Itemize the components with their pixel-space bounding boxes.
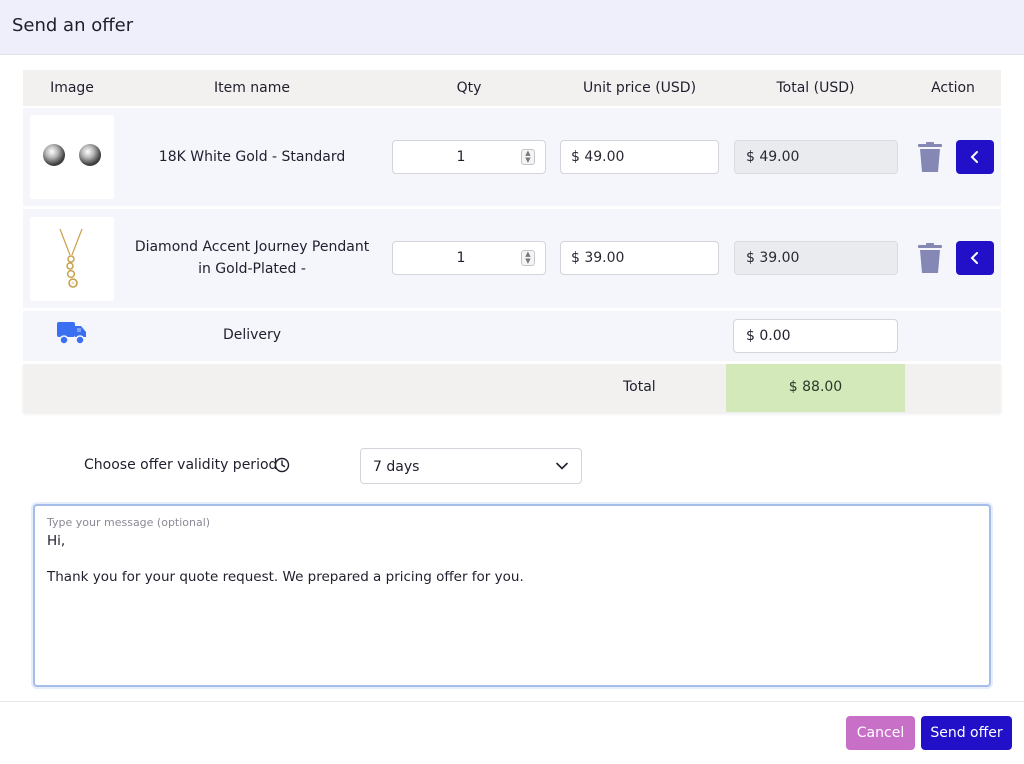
validity-period-select[interactable]: 7 days: [360, 448, 582, 484]
quantity-value: 1: [456, 149, 466, 165]
header-action: Action: [931, 80, 975, 96]
total-label: Total: [623, 379, 656, 395]
delivery-price-input[interactable]: $ 0.00: [733, 319, 898, 353]
quantity-value: 1: [456, 250, 466, 266]
item-name: 18K White Gold - Standard: [158, 149, 346, 165]
message-placeholder: Type your message (optional): [47, 516, 211, 529]
validity-selected-value: 7 days: [373, 459, 420, 475]
expand-row-button[interactable]: [956, 140, 994, 174]
item-name: Diamond Accent Journey Pendant in Gold-P…: [134, 239, 370, 277]
chevron-left-icon: [970, 252, 978, 264]
grand-total-value: $ 88.00: [726, 364, 905, 412]
quantity-stepper[interactable]: 1 ▲ ▼: [392, 140, 546, 174]
dialog-title: Send an offer: [12, 15, 134, 36]
cancel-button[interactable]: Cancel: [846, 716, 915, 750]
clock-icon: [274, 457, 290, 477]
table-row: 18K White Gold - Standard 1 ▲ ▼ $ 49.00 $…: [23, 108, 1001, 206]
table-header: Image Item name Qty Unit price (USD) Tot…: [23, 70, 1001, 106]
expand-row-button[interactable]: [956, 241, 994, 275]
delivery-label: Delivery: [222, 327, 282, 343]
table-row: Diamond Accent Journey Pendant in Gold-P…: [23, 209, 1001, 308]
stud-earrings-image: [30, 115, 114, 199]
line-total-field: $ 39.00: [734, 241, 898, 275]
message-line: Thank you for your quote request. We pre…: [47, 569, 524, 585]
trash-icon[interactable]: [917, 243, 943, 273]
validity-period-label: Choose offer validity period: [84, 457, 278, 473]
unit-price-input[interactable]: $ 39.00: [560, 241, 719, 275]
chevron-left-icon: [970, 151, 978, 163]
truck-icon: [57, 320, 87, 346]
header-item-name: Item name: [213, 80, 291, 96]
dialog-header: Send an offer: [0, 0, 1024, 55]
spinner-arrows-icon[interactable]: ▲ ▼: [521, 149, 535, 165]
total-row: Total $ 88.00: [23, 364, 1001, 412]
message-textarea[interactable]: Type your message (optional) Hi, Thank y…: [33, 504, 991, 687]
send-offer-button[interactable]: Send offer: [921, 716, 1012, 750]
unit-price-input[interactable]: $ 49.00: [560, 140, 719, 174]
header-total: Total (USD): [776, 80, 855, 96]
pendant-necklace-image: [30, 217, 114, 301]
header-unit-price: Unit price (USD): [582, 80, 697, 96]
footer-divider: [0, 701, 1024, 702]
quantity-stepper[interactable]: 1 ▲ ▼: [392, 241, 546, 275]
delivery-row: Delivery $ 0.00: [23, 311, 1001, 361]
line-total-field: $ 49.00: [734, 140, 898, 174]
chevron-down-icon: [556, 462, 568, 470]
header-qty: Qty: [456, 80, 482, 96]
header-image: Image: [50, 80, 94, 96]
message-line: Hi,: [47, 533, 66, 549]
spinner-arrows-icon[interactable]: ▲ ▼: [521, 250, 535, 266]
trash-icon[interactable]: [917, 142, 943, 172]
